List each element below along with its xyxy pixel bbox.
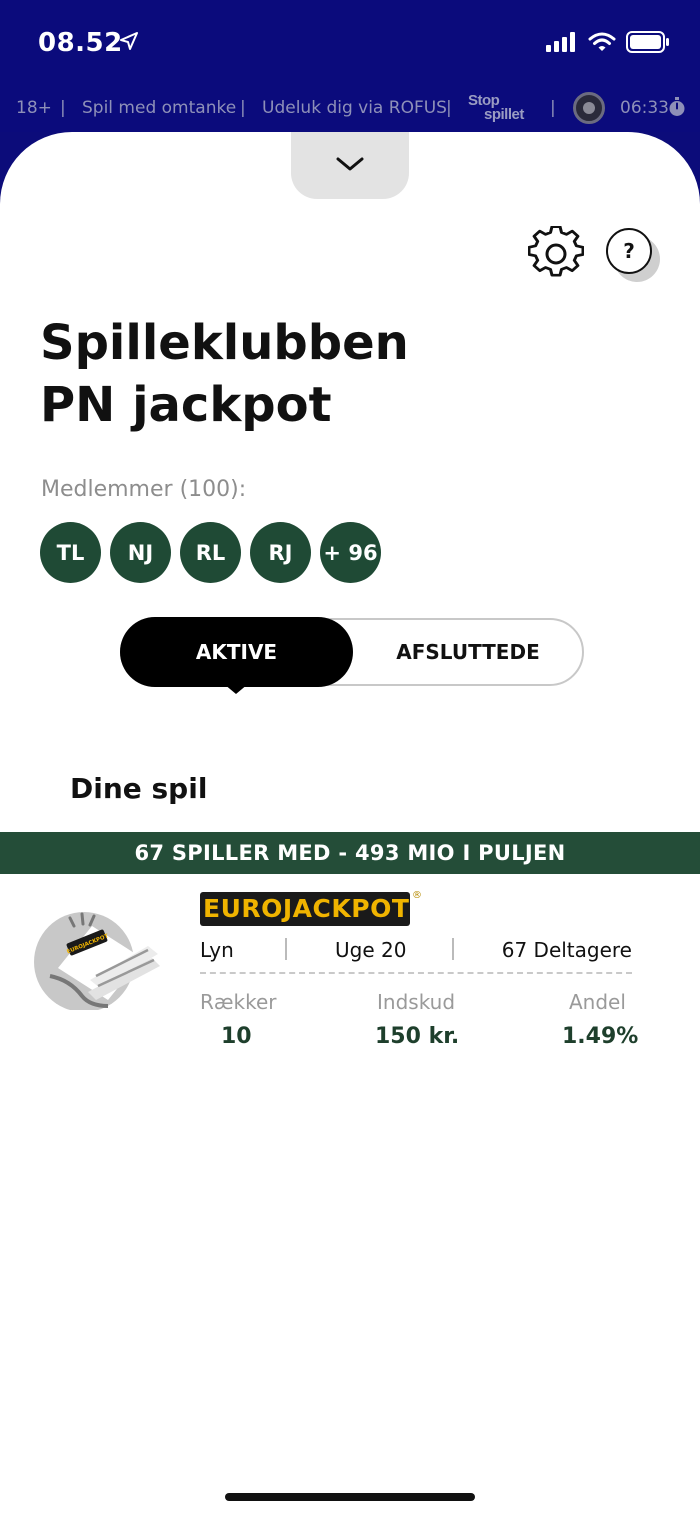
more-members-avatar[interactable]: + 96 bbox=[320, 522, 381, 583]
status-bar: 08.52 bbox=[0, 0, 700, 88]
page-title-line1: Spilleklubben bbox=[40, 315, 409, 371]
eurojackpot-logo: EUROJACKPOT ® bbox=[200, 890, 422, 928]
crest-icon bbox=[573, 92, 605, 124]
divider: | bbox=[240, 98, 246, 118]
home-indicator[interactable] bbox=[225, 1493, 475, 1501]
divider: | bbox=[446, 98, 452, 118]
registered-mark: ® bbox=[412, 890, 422, 901]
tab-aktive[interactable]: AKTIVE bbox=[120, 617, 353, 687]
divider bbox=[285, 938, 287, 960]
avatar[interactable]: TL bbox=[40, 522, 101, 583]
battery-icon bbox=[626, 31, 669, 53]
eurojackpot-logo-text: EUROJACKPOT bbox=[203, 894, 410, 923]
divider: | bbox=[550, 98, 556, 118]
stake-value: 150 kr. bbox=[375, 1024, 460, 1049]
collapse-sheet-button[interactable] bbox=[291, 132, 409, 199]
member-avatars[interactable]: TL NJ RL RJ + 96 bbox=[40, 522, 381, 583]
lottery-ticket-icon[interactable]: EUROJACKPOT bbox=[30, 910, 162, 1010]
divider: | bbox=[60, 98, 66, 118]
share-value: 1.49% bbox=[562, 1024, 639, 1049]
stopwatch-icon bbox=[669, 97, 685, 116]
stake-label: Indskud bbox=[377, 990, 456, 1014]
rows-value: 10 bbox=[221, 1024, 252, 1049]
game-info-row: Lyn Uge 20 67 Deltagere bbox=[200, 936, 632, 966]
cellular-signal-icon bbox=[546, 32, 575, 52]
tab-afsluttede[interactable]: AFSLUTTEDE bbox=[353, 618, 583, 686]
page-title: Spilleklubben PN jackpot bbox=[40, 312, 540, 436]
session-timer: 06:33 bbox=[620, 98, 669, 118]
share-label: Andel bbox=[569, 990, 626, 1014]
help-button[interactable]: ? bbox=[606, 228, 664, 282]
age-limit-label: 18+ bbox=[16, 98, 52, 118]
divider bbox=[452, 938, 454, 960]
stopspillet-logo[interactable]: Stop spillet bbox=[468, 92, 534, 126]
status-icons bbox=[546, 30, 670, 54]
avatar[interactable]: NJ bbox=[110, 522, 171, 583]
game-banner[interactable]: 67 SPILLER MED - 493 MIO I PULJEN bbox=[0, 832, 700, 874]
game-participants: 67 Deltagere bbox=[501, 938, 632, 962]
wifi-icon bbox=[588, 32, 616, 51]
page-title-line2: PN jackpot bbox=[40, 377, 332, 433]
location-arrow-icon bbox=[120, 32, 138, 50]
section-title: Dine spil bbox=[70, 772, 208, 805]
chevron-down-icon bbox=[336, 157, 364, 171]
stopspillet-logo-line2: spillet bbox=[484, 106, 524, 123]
status-time: 08.52 bbox=[38, 28, 123, 58]
members-label: Medlemmer (100): bbox=[41, 477, 247, 502]
active-tab-pointer bbox=[224, 684, 248, 694]
rofus-link[interactable]: Udeluk dig via ROFUS bbox=[262, 98, 447, 118]
game-week: Uge 20 bbox=[335, 938, 407, 962]
rows-label: Rækker bbox=[200, 990, 277, 1014]
gear-icon[interactable] bbox=[528, 226, 584, 282]
dashed-divider bbox=[200, 972, 632, 974]
spil-med-omtanke-link[interactable]: Spil med omtanke bbox=[82, 98, 236, 118]
game-type: Lyn bbox=[200, 938, 234, 962]
avatar[interactable]: RJ bbox=[250, 522, 311, 583]
question-icon: ? bbox=[606, 228, 652, 274]
avatar[interactable]: RL bbox=[180, 522, 241, 583]
